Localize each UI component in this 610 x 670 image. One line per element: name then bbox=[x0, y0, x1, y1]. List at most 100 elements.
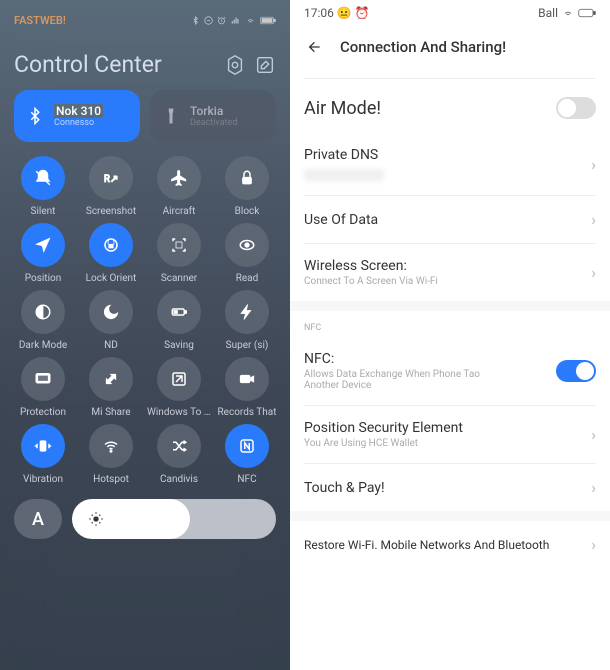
toggle-shuffle[interactable]: Candivis bbox=[146, 424, 212, 485]
air-mode-toggle[interactable] bbox=[556, 97, 596, 119]
share-icon bbox=[89, 357, 133, 401]
bluetooth-tile[interactable]: Nok 310 Connesso bbox=[14, 90, 140, 142]
network-name: Ball bbox=[538, 6, 558, 20]
cast-icon bbox=[157, 357, 201, 401]
status-right: Ball bbox=[538, 6, 596, 20]
settings-item[interactable]: Use Of Data› bbox=[290, 196, 610, 243]
settings-item[interactable]: Wireless Screen:Connect To A Screen Via … bbox=[290, 244, 610, 301]
toggle-label: Saving bbox=[164, 340, 194, 351]
rotation-lock-icon bbox=[89, 223, 133, 267]
quick-tiles: Nok 310 Connesso Torkia Deactivated bbox=[0, 90, 290, 156]
toggle-bell-off[interactable]: Silent bbox=[10, 156, 76, 217]
toggle-label: Aircraft bbox=[163, 206, 196, 217]
chevron-right-icon: › bbox=[591, 155, 596, 174]
screenshot-icon: R↗ bbox=[89, 156, 133, 200]
toggle-label: Read bbox=[236, 273, 259, 284]
bluetooth-name: Nok 310 bbox=[54, 104, 103, 118]
toggle-rotation-lock[interactable]: Lock Orient bbox=[78, 223, 144, 284]
wifi-icon bbox=[562, 8, 574, 18]
wifi-status-icon bbox=[245, 16, 256, 25]
chevron-right-icon: › bbox=[591, 478, 596, 497]
toggle-label: NFC bbox=[237, 474, 256, 485]
toggle-label: Dark Mode bbox=[19, 340, 67, 351]
shuffle-icon bbox=[157, 424, 201, 468]
toggle-label: Lock Orient bbox=[86, 273, 137, 284]
toggle-wifi[interactable]: Hotspot bbox=[78, 424, 144, 485]
toggle-screenshot[interactable]: R↗ Screenshot bbox=[78, 156, 144, 217]
touch-pay-label: Touch & Pay! bbox=[304, 480, 385, 496]
pse-row[interactable]: Position Security Element You Are Using … bbox=[290, 406, 610, 463]
chevron-right-icon: › bbox=[591, 263, 596, 282]
blurred-value bbox=[304, 169, 384, 181]
status-time: 17:06 😐 ⏰ bbox=[304, 6, 370, 20]
toggle-record[interactable]: Records That bbox=[214, 357, 280, 418]
chevron-right-icon: › bbox=[591, 535, 596, 554]
toggle-location[interactable]: Position bbox=[10, 223, 76, 284]
touch-pay-row[interactable]: Touch & Pay! › bbox=[290, 464, 610, 511]
toggle-nfc[interactable]: NFC bbox=[214, 424, 280, 485]
toggle-label: Hotspot bbox=[93, 474, 129, 485]
torch-status: Deactivated bbox=[190, 118, 237, 128]
brightness-slider[interactable] bbox=[72, 499, 276, 539]
airplane-icon bbox=[157, 156, 201, 200]
settings-item[interactable]: Private DNS› bbox=[290, 133, 610, 195]
toggle-label: Scanner bbox=[161, 273, 197, 284]
toggle-label: Vibration bbox=[23, 474, 63, 485]
toggle-label: ND bbox=[104, 340, 118, 351]
right-status-bar: 17:06 😐 ⏰ Ball bbox=[290, 0, 610, 20]
toggle-monitor[interactable]: Protection bbox=[10, 357, 76, 418]
bluetooth-icon bbox=[26, 107, 44, 125]
toggle-lock[interactable]: Block bbox=[214, 156, 280, 217]
toggle-bolt[interactable]: Super (si) bbox=[214, 290, 280, 351]
nfc-section-label: NFC bbox=[290, 311, 610, 337]
bolt-icon bbox=[225, 290, 269, 334]
nfc-toggle[interactable] bbox=[556, 360, 596, 382]
back-icon[interactable] bbox=[304, 39, 326, 55]
toggle-share[interactable]: Mi Share bbox=[78, 357, 144, 418]
toggle-vibrate[interactable]: Vibration bbox=[10, 424, 76, 485]
bluetooth-status-icon bbox=[191, 16, 200, 25]
toggle-cast[interactable]: Windows To Co bbox=[146, 357, 212, 418]
toggle-label: Silent bbox=[31, 206, 56, 217]
toggle-battery[interactable]: Saving bbox=[146, 290, 212, 351]
alarm-status-icon bbox=[217, 16, 226, 25]
torch-icon bbox=[162, 107, 180, 125]
pse-title: Position Security Element bbox=[304, 420, 463, 436]
toggle-dark[interactable]: Dark Mode bbox=[10, 290, 76, 351]
chevron-right-icon: › bbox=[591, 210, 596, 229]
bell-off-icon bbox=[21, 156, 65, 200]
item-title: Wireless Screen: bbox=[304, 258, 438, 274]
torch-tile[interactable]: Torkia Deactivated bbox=[150, 90, 276, 142]
nfc-icon bbox=[225, 424, 269, 468]
status-icons bbox=[191, 16, 276, 25]
settings-header: Connection And Sharing! bbox=[290, 20, 610, 78]
nfc-row[interactable]: NFC: Allows Data Exchange When Phone Tao… bbox=[290, 337, 610, 405]
nfc-title: NFC: bbox=[304, 351, 504, 367]
restore-row[interactable]: Restore Wi-Fi. Mobile Networks And Bluet… bbox=[290, 521, 610, 568]
title-row: Control Center bbox=[0, 27, 290, 90]
bluetooth-status: Connesso bbox=[54, 118, 103, 128]
toggle-label: Protection bbox=[20, 407, 66, 418]
toggle-label: Mi Share bbox=[91, 407, 130, 418]
location-icon bbox=[21, 223, 65, 267]
vibrate-icon bbox=[21, 424, 65, 468]
scan-icon bbox=[157, 223, 201, 267]
toggle-label: Screenshot bbox=[86, 206, 136, 217]
monitor-icon bbox=[21, 357, 65, 401]
gear-icon[interactable] bbox=[224, 54, 246, 76]
carrier-label: FASTWEB! bbox=[14, 14, 66, 27]
torch-name: Torkia bbox=[190, 104, 237, 118]
record-icon bbox=[225, 357, 269, 401]
air-mode-label: Air Mode! bbox=[304, 98, 381, 119]
toggle-scan[interactable]: Scanner bbox=[146, 223, 212, 284]
left-status-bar: FASTWEB! bbox=[0, 0, 290, 27]
toggle-eye[interactable]: Read bbox=[214, 223, 280, 284]
edit-icon[interactable] bbox=[254, 54, 276, 76]
air-mode-row[interactable]: Air Mode! bbox=[290, 79, 610, 133]
toggle-moon[interactable]: ND bbox=[78, 290, 144, 351]
toggle-grid: Silent R↗ Screenshot Aircraft Block Position L… bbox=[0, 156, 290, 485]
toggle-airplane[interactable]: Aircraft bbox=[146, 156, 212, 217]
battery-status-icon bbox=[260, 16, 276, 25]
toggle-label: Block bbox=[235, 206, 260, 217]
auto-brightness-button[interactable]: A bbox=[14, 499, 62, 539]
